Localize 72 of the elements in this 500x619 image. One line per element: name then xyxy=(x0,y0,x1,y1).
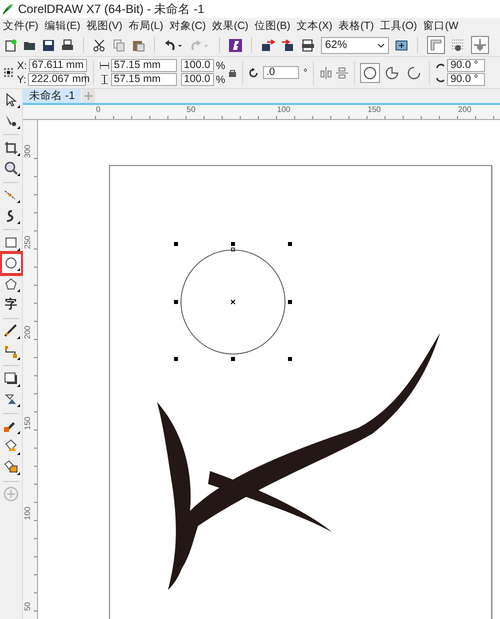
document-tab[interactable]: 未命名 -1 xyxy=(23,89,81,103)
rulers-icon[interactable] xyxy=(427,36,445,54)
percent-sign: % xyxy=(216,60,226,72)
scale-y-field[interactable]: 100.0 xyxy=(180,73,214,86)
guidelines-icon[interactable] xyxy=(471,36,489,54)
mirror-vertical-icon[interactable] xyxy=(336,66,348,78)
menu-item[interactable]: 编辑(E) xyxy=(41,19,84,33)
branch-drawing[interactable] xyxy=(157,333,440,590)
ruler-label: 200 xyxy=(458,105,472,114)
import-icon[interactable] xyxy=(261,38,275,52)
application-launcher-icon[interactable] xyxy=(229,38,242,52)
degree-sign: ° xyxy=(303,66,308,78)
ruler-label: 50 xyxy=(23,602,32,610)
end-angle-icon[interactable] xyxy=(436,76,446,84)
menu-item[interactable]: 文件(F) xyxy=(0,19,42,33)
menu-item[interactable]: 位图(B) xyxy=(251,19,294,33)
window-title: CorelDRAW X7 (64-Bit) - 未命名 -1 xyxy=(18,0,204,18)
mirror-horizontal-icon[interactable] xyxy=(320,66,332,78)
rotation-angle-field[interactable]: .0 xyxy=(263,66,300,79)
export-icon[interactable] xyxy=(281,38,295,52)
smartfill-tool-icon[interactable] xyxy=(2,458,20,477)
lock-ratio-icon[interactable] xyxy=(229,68,236,76)
save-icon[interactable] xyxy=(42,38,55,52)
y-label: Y: xyxy=(17,74,26,86)
ruler-label: 300 xyxy=(23,144,32,158)
grid-icon[interactable] xyxy=(451,38,465,52)
menu-item[interactable]: 表格(T) xyxy=(335,19,377,33)
selected-circle[interactable] xyxy=(174,242,292,361)
publish-pdf-icon[interactable] xyxy=(301,38,315,52)
ruler-label: 150 xyxy=(23,416,32,430)
menu-item[interactable]: 对象(C) xyxy=(166,19,209,33)
end-angle-field[interactable]: 90.0 ° xyxy=(447,73,486,86)
print-icon[interactable] xyxy=(61,38,74,52)
start-angle-field[interactable]: 90.0 ° xyxy=(447,59,486,72)
shadow-tool-icon[interactable] xyxy=(2,370,20,388)
full-screen-preview-icon[interactable] xyxy=(395,38,408,52)
paste-icon[interactable] xyxy=(132,38,145,52)
ellipse-tool-icon[interactable] xyxy=(2,254,20,273)
rotation-icon[interactable] xyxy=(249,68,260,78)
ruler-label: 250 xyxy=(23,235,32,248)
scale-x-field[interactable]: 100.0 xyxy=(180,59,214,72)
app-logo-icon xyxy=(2,3,14,15)
dimension-tool-icon[interactable] xyxy=(2,322,20,341)
undo-icon[interactable] xyxy=(164,38,184,52)
menu-item[interactable]: 工具(O) xyxy=(376,19,420,33)
height-field[interactable]: 57.15 mm xyxy=(110,73,177,86)
text-tool[interactable]: 字 xyxy=(2,295,20,314)
ruler-label: 50 xyxy=(186,105,196,114)
menu-item[interactable]: 布局(L) xyxy=(125,19,166,33)
width-field[interactable]: 57.15 mm xyxy=(110,59,177,72)
ruler-label: 0 xyxy=(96,105,100,114)
x-position-field[interactable]: 67.611 mm xyxy=(28,59,87,72)
reference-point-icon[interactable] xyxy=(4,68,13,77)
menu-item[interactable]: 文本(X) xyxy=(293,19,336,33)
width-icon[interactable] xyxy=(100,61,109,70)
scissors-icon[interactable] xyxy=(93,38,107,52)
new-document-icon[interactable] xyxy=(4,38,17,52)
zoom-level-dropdown[interactable]: 62% xyxy=(321,36,389,54)
height-icon[interactable] xyxy=(100,75,109,84)
ruler-label: 100 xyxy=(277,105,290,114)
menu-item[interactable]: 效果(C) xyxy=(208,19,252,33)
menu-item[interactable]: 视图(V) xyxy=(83,19,126,33)
ruler-label: 100 xyxy=(23,506,32,520)
ellipse-mode-icon[interactable] xyxy=(361,64,380,82)
y-position-field[interactable]: 222.067 mm xyxy=(28,73,86,86)
menu-item[interactable]: 窗口(W xyxy=(420,19,462,33)
percent-sign: % xyxy=(216,74,226,86)
ruler-label: 200 xyxy=(23,326,32,339)
start-angle-icon[interactable] xyxy=(436,62,446,70)
ruler-label: 150 xyxy=(368,105,381,114)
caret-icon[interactable] xyxy=(377,42,385,48)
x-label: X: xyxy=(17,60,27,72)
